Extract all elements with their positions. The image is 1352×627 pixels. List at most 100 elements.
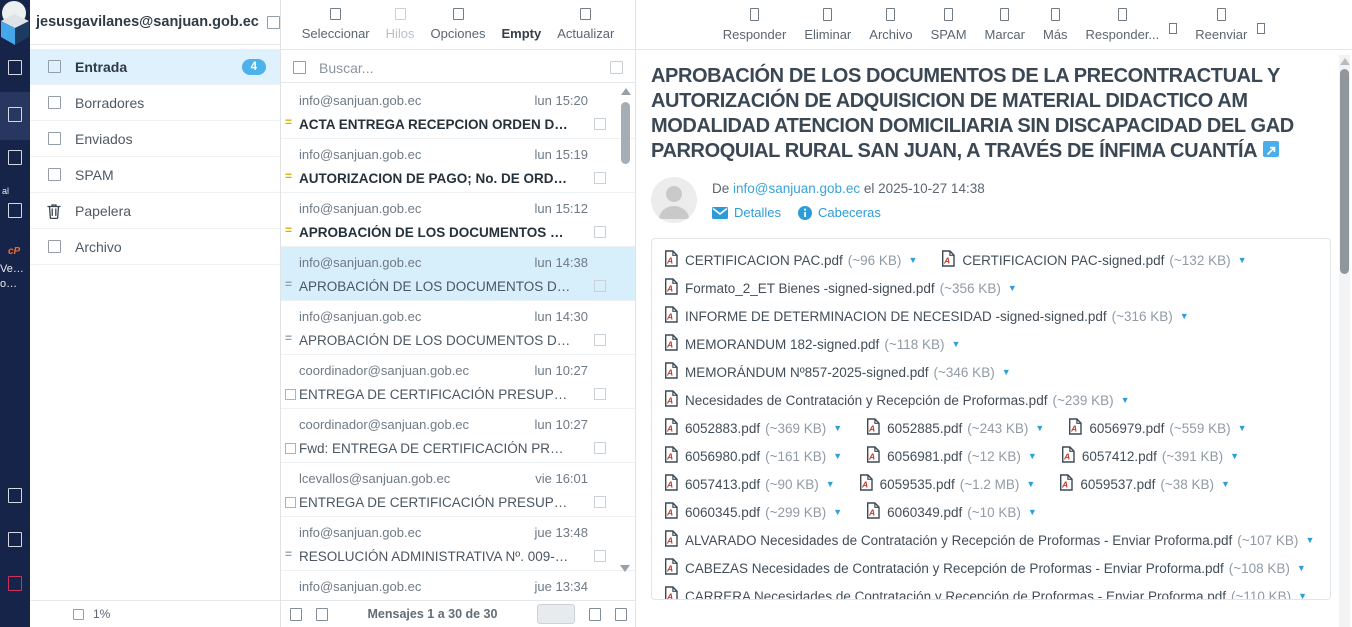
message-row[interactable]: info@sanjuan.gob.ec lun 15:20 ACTA ENTRE… bbox=[281, 85, 636, 139]
attachment-menu-icon[interactable]: ▼ bbox=[952, 339, 961, 349]
attachment-menu-icon[interactable]: ▼ bbox=[908, 255, 917, 265]
search-icon[interactable] bbox=[293, 61, 306, 74]
sender-email-link[interactable]: info@sanjuan.gob.ec bbox=[733, 181, 860, 196]
attachment-item[interactable]: A 6056979.pdf (~559 KB) ▼ bbox=[1068, 418, 1246, 438]
rail-active-icon[interactable] bbox=[8, 107, 22, 122]
toolbar-button[interactable]: Archivo bbox=[869, 8, 912, 42]
search-input[interactable] bbox=[319, 60, 597, 76]
attachment-item[interactable]: A 6052883.pdf (~369 KB) ▼ bbox=[664, 418, 842, 438]
attachment-item[interactable]: A Formato_2_ET Bienes -signed-signed.pdf… bbox=[664, 278, 1017, 298]
message-row[interactable]: coordinador@sanjuan.gob.ec lun 10:27 Fwd… bbox=[281, 409, 636, 463]
attachment-menu-icon[interactable]: ▼ bbox=[1121, 395, 1130, 405]
toolbar-dropdown-icon[interactable] bbox=[1257, 23, 1265, 34]
attachment-menu-icon[interactable]: ▼ bbox=[833, 423, 842, 433]
toolbar-button[interactable]: Más bbox=[1043, 8, 1068, 42]
scroll-down-icon[interactable] bbox=[620, 565, 630, 572]
folder-item[interactable]: Archivo bbox=[30, 229, 280, 265]
attachment-item[interactable]: A 6059537.pdf (~38 KB) ▼ bbox=[1059, 474, 1230, 494]
page-number-input[interactable] bbox=[537, 604, 575, 624]
attachment-menu-icon[interactable]: ▼ bbox=[1298, 591, 1307, 600]
attachment-item[interactable]: A ALVARADO Necesidades de Contratación y… bbox=[664, 530, 1314, 550]
folder-item[interactable]: Borradores bbox=[30, 85, 280, 121]
scroll-up-icon[interactable] bbox=[621, 88, 631, 95]
attachment-menu-icon[interactable]: ▼ bbox=[1180, 311, 1189, 321]
message-flag-icon[interactable] bbox=[594, 334, 606, 346]
attachment-menu-icon[interactable]: ▼ bbox=[1002, 367, 1011, 377]
folder-item[interactable]: Entrada 4 bbox=[30, 49, 280, 85]
attachment-menu-icon[interactable]: ▼ bbox=[1035, 423, 1044, 433]
message-row[interactable]: coordinador@sanjuan.gob.ec lun 10:27 ENT… bbox=[281, 355, 636, 409]
attachment-menu-icon[interactable]: ▼ bbox=[1028, 507, 1037, 517]
attachment-menu-icon[interactable]: ▼ bbox=[1008, 283, 1017, 293]
account-menu-icon[interactable] bbox=[267, 16, 280, 29]
rail-contacts-icon[interactable] bbox=[8, 150, 22, 165]
folder-item[interactable]: Enviados bbox=[30, 121, 280, 157]
attachment-item[interactable]: A MEMORANDUM 182-signed.pdf (~118 KB) ▼ bbox=[664, 334, 960, 354]
reading-scroll-up-icon[interactable] bbox=[1340, 58, 1350, 65]
attachment-item[interactable]: A Necesidades de Contratación y Recepció… bbox=[664, 390, 1130, 410]
attachment-item[interactable]: A 6052885.pdf (~243 KB) ▼ bbox=[866, 418, 1044, 438]
message-flag-icon[interactable] bbox=[594, 442, 606, 454]
message-row[interactable]: lcevallos@sanjuan.gob.ec vie 16:01 ENTRE… bbox=[281, 463, 636, 517]
attachment-menu-icon[interactable]: ▼ bbox=[1028, 451, 1037, 461]
list-scrollbar[interactable] bbox=[619, 88, 632, 572]
attachment-menu-icon[interactable]: ▼ bbox=[1026, 479, 1035, 489]
attachment-item[interactable]: A 6056980.pdf (~161 KB) ▼ bbox=[664, 446, 842, 466]
attachment-menu-icon[interactable]: ▼ bbox=[833, 507, 842, 517]
attachment-item[interactable]: A 6060345.pdf (~299 KB) ▼ bbox=[664, 502, 842, 522]
message-flag-icon[interactable] bbox=[594, 172, 606, 184]
message-flag-icon[interactable] bbox=[594, 280, 606, 292]
webmail-logo-icon[interactable] bbox=[0, 0, 30, 51]
attachment-menu-icon[interactable]: ▼ bbox=[1238, 423, 1247, 433]
toolbar-button[interactable]: Marcar bbox=[985, 8, 1025, 42]
attachment-menu-icon[interactable]: ▼ bbox=[826, 479, 835, 489]
rail-mail-icon[interactable] bbox=[8, 60, 22, 75]
rail-help-icon[interactable] bbox=[8, 488, 22, 503]
toolbar-button[interactable]: Seleccionar bbox=[302, 8, 370, 41]
message-row[interactable]: info@sanjuan.gob.ec lun 14:38 APROBACIÓN… bbox=[281, 247, 636, 301]
search-bar[interactable] bbox=[281, 53, 635, 83]
attachment-item[interactable]: A 6059535.pdf (~1.2 MB) ▼ bbox=[859, 474, 1036, 494]
search-options-icon[interactable] bbox=[610, 61, 623, 74]
attachment-item[interactable]: A MEMORÁNDUM Nº857-2025-signed.pdf (~346… bbox=[664, 362, 1011, 382]
rail-about-icon[interactable] bbox=[8, 532, 22, 547]
toolbar-button[interactable]: Responder... bbox=[1086, 8, 1160, 42]
folder-item[interactable]: SPAM bbox=[30, 157, 280, 193]
toolbar-button[interactable]: Empty bbox=[501, 8, 541, 41]
attachment-item[interactable]: A 6057413.pdf (~90 KB) ▼ bbox=[664, 474, 835, 494]
prev-page-icon[interactable] bbox=[316, 608, 328, 621]
attachment-item[interactable]: A CERTIFICACION PAC.pdf (~96 KB) ▼ bbox=[664, 250, 917, 270]
details-toggle[interactable]: Detalles bbox=[712, 205, 781, 220]
message-flag-icon[interactable] bbox=[594, 118, 606, 130]
folder-item[interactable]: Papelera bbox=[30, 193, 280, 229]
rail-settings-icon[interactable] bbox=[8, 203, 22, 218]
toolbar-button[interactable]: Eliminar bbox=[804, 8, 851, 42]
next-page-icon[interactable] bbox=[589, 608, 601, 621]
last-page-icon[interactable] bbox=[615, 608, 627, 621]
toolbar-button[interactable]: SPAM bbox=[931, 8, 967, 42]
message-flag-icon[interactable] bbox=[594, 550, 606, 562]
message-row[interactable]: info@sanjuan.gob.ec jue 13:34 bbox=[281, 571, 636, 600]
message-row[interactable]: info@sanjuan.gob.ec lun 14:30 APROBACIÓN… bbox=[281, 301, 636, 355]
attachment-item[interactable]: A 6057412.pdf (~391 KB) ▼ bbox=[1061, 446, 1239, 466]
list-scrollbar-thumb[interactable] bbox=[621, 102, 630, 164]
attachment-menu-icon[interactable]: ▼ bbox=[833, 451, 842, 461]
reading-scrollbar-thumb[interactable] bbox=[1340, 69, 1349, 274]
toolbar-button[interactable]: Opciones bbox=[431, 8, 486, 41]
toolbar-button[interactable]: Hilos bbox=[386, 8, 415, 41]
message-flag-icon[interactable] bbox=[594, 496, 606, 508]
attachment-item[interactable]: A CARRERA Necesidades de Contratación y … bbox=[664, 586, 1307, 600]
attachment-item[interactable]: A INFORME DE DETERMINACION DE NECESIDAD … bbox=[664, 306, 1189, 326]
message-flag-icon[interactable] bbox=[594, 388, 606, 400]
message-row[interactable]: info@sanjuan.gob.ec lun 15:19 AUTORIZACI… bbox=[281, 139, 636, 193]
attachment-menu-icon[interactable]: ▼ bbox=[1297, 563, 1306, 573]
message-flag-icon[interactable] bbox=[594, 226, 606, 238]
toolbar-button[interactable]: Responder bbox=[723, 8, 787, 42]
attachment-item[interactable]: A 6056981.pdf (~12 KB) ▼ bbox=[866, 446, 1037, 466]
message-row[interactable]: info@sanjuan.gob.ec jue 13:48 RESOLUCIÓN… bbox=[281, 517, 636, 571]
toolbar-button[interactable]: Actualizar bbox=[557, 8, 614, 41]
attachment-item[interactable]: A CERTIFICACION PAC-signed.pdf (~132 KB)… bbox=[941, 250, 1246, 270]
headers-toggle[interactable]: Cabeceras bbox=[798, 205, 881, 220]
toolbar-button[interactable]: Reenviar bbox=[1195, 8, 1247, 42]
attachment-menu-icon[interactable]: ▼ bbox=[1305, 535, 1314, 545]
